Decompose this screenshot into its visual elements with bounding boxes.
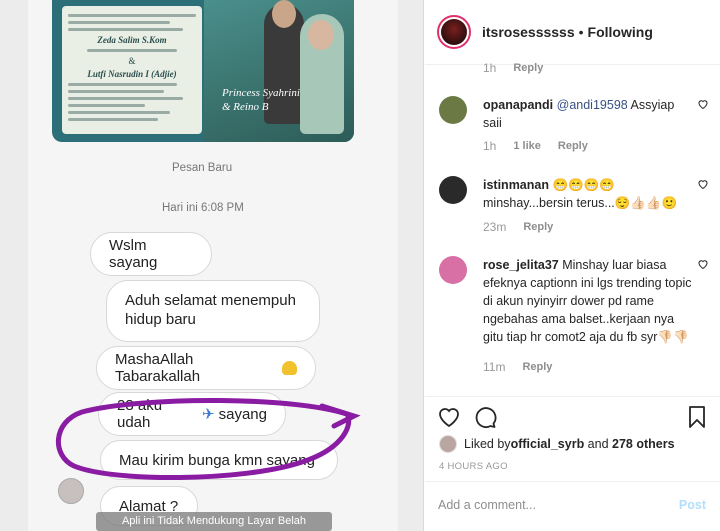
liker-avatar[interactable] — [439, 435, 457, 453]
chat-bubble: Wslm sayang — [90, 232, 212, 276]
like-heart-icon[interactable] — [697, 178, 709, 190]
highlight-circle-annotation — [56, 397, 361, 480]
add-comment-bar: Post — [425, 481, 720, 531]
comment-text: rose_jelita37 Minshay luar biasa efeknya… — [483, 258, 692, 344]
bookmark-icon[interactable] — [685, 405, 709, 429]
comment-meta: 1h 1 like Reply — [483, 139, 588, 153]
praise-emoji-icon — [281, 361, 297, 375]
invitation-ampersand: & — [128, 56, 136, 66]
commenter-avatar[interactable] — [439, 256, 467, 284]
commenter-avatar[interactable] — [439, 96, 467, 124]
comment-icon[interactable] — [473, 405, 497, 429]
like-heart-icon[interactable] — [697, 98, 709, 110]
wedding-invitation-image: Zeda Salim S.Kom & Lutfi Nasrudin I (Adj… — [52, 0, 354, 142]
comment-time: 11m — [483, 360, 506, 374]
following-button[interactable]: Following — [588, 24, 653, 40]
likes-others-link[interactable]: 278 others — [612, 437, 675, 451]
separator-dot: • — [578, 24, 584, 40]
comment-time: 1h — [483, 139, 497, 153]
author-username[interactable]: itsrosessssss — [482, 24, 575, 40]
reply-button[interactable]: Reply — [513, 62, 543, 74]
comment-time: 1h — [483, 61, 497, 75]
comment-meta: 1h Reply — [483, 61, 543, 75]
comment-item: rose_jelita37 Minshay luar biasa efeknya… — [439, 256, 709, 356]
comment-meta: 11m Reply — [483, 360, 552, 374]
post-header: itsrosessssss • Following — [425, 0, 720, 65]
author-avatar[interactable] — [437, 15, 471, 49]
comment-item: istinmanan 😁😁😁😁 minshay...bersin terus..… — [439, 176, 709, 226]
post-actions: Liked by official_syrb and 278 others 4 … — [425, 396, 720, 531]
reply-button[interactable]: Reply — [558, 140, 588, 152]
invitation-caption: Princess Syahrini & Reino B — [222, 87, 300, 113]
post-info-panel: itsrosessssss • Following 1h Reply opana… — [425, 0, 720, 531]
comment-text: opanapandi @andi19598 Assyiap saii — [483, 98, 675, 130]
chat-header: Pesan Baru — [172, 162, 233, 174]
commenter-username[interactable]: istinmanan — [483, 178, 549, 192]
reply-button[interactable]: Reply — [523, 221, 553, 233]
commenter-username[interactable]: rose_jelita37 — [483, 258, 559, 272]
comment-meta: 23m Reply — [483, 220, 553, 234]
post-timestamp[interactable]: 4 HOURS AGO — [439, 461, 508, 472]
reply-button[interactable]: Reply — [522, 361, 552, 373]
chat-timestamp: Hari ini 6:08 PM — [162, 202, 244, 214]
likes-count[interactable]: 1 like — [513, 140, 541, 152]
liked-by: Liked by official_syrb and 278 others — [439, 435, 675, 453]
chat-bubble: MashaAllah Tabarakallah — [96, 346, 316, 390]
add-comment-input[interactable] — [438, 498, 658, 512]
chat-bubble: Aduh selamat menempuh hidup baru — [106, 280, 320, 342]
comment-time: 23m — [483, 220, 507, 234]
invitation-name-2: Lutfi Nasrudin I (Adjie) — [87, 69, 177, 79]
commenter-username[interactable]: opanapandi — [483, 98, 553, 112]
like-icon[interactable] — [437, 405, 461, 429]
invitation-name-1: Zeda Salim S.Kom — [97, 35, 167, 45]
post-image[interactable]: Zeda Salim S.Kom & Lutfi Nasrudin I (Adj… — [0, 0, 424, 531]
split-screen-banner: Apli ini Tidak Mendukung Layar Belah — [96, 512, 332, 531]
post-comment-button[interactable]: Post — [679, 498, 706, 512]
mention-link[interactable]: @andi19598 — [557, 98, 628, 112]
liker-username[interactable]: official_syrb — [511, 437, 585, 451]
commenter-avatar[interactable] — [439, 176, 467, 204]
comment-text: istinmanan 😁😁😁😁 minshay...bersin terus..… — [483, 178, 678, 210]
couple-photo: Princess Syahrini & Reino B — [204, 0, 354, 142]
comment-item: opanapandi @andi19598 Assyiap saii — [439, 96, 709, 166]
invitation-card: Zeda Salim S.Kom & Lutfi Nasrudin I (Adj… — [62, 6, 202, 134]
like-heart-icon[interactable] — [697, 258, 709, 270]
chat-avatar — [58, 478, 84, 504]
